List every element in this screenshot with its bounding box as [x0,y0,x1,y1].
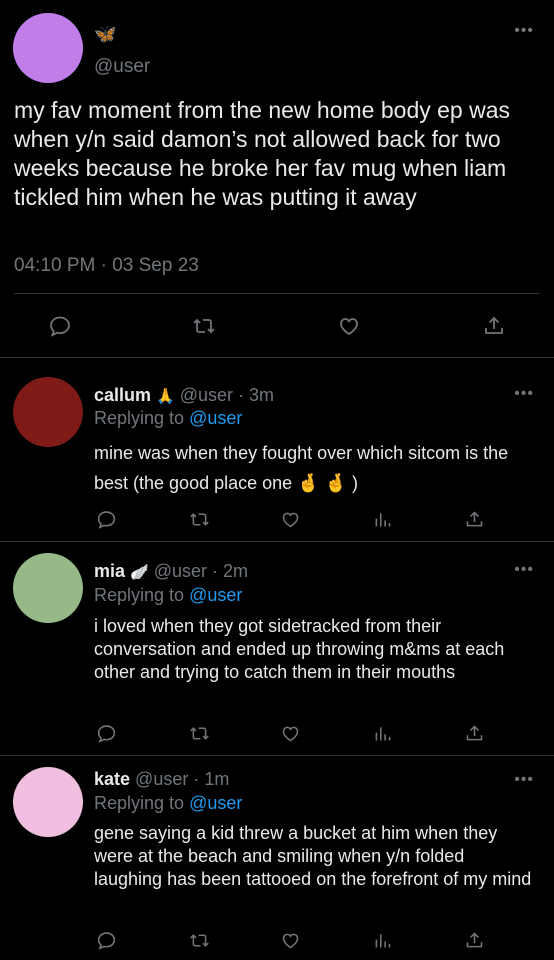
reply-icon[interactable] [94,928,118,952]
share-icon[interactable] [480,312,508,340]
analytics-icon[interactable] [370,928,394,952]
display-name[interactable]: callum [94,385,151,405]
avatar[interactable] [13,377,83,447]
avatar[interactable] [13,13,83,83]
divider [14,293,540,294]
main-tweet: 🦋 @user ••• my fav moment from the new h… [0,0,554,358]
reply-tweet: kate @user · 1m ••• Replying to @user ge… [0,756,554,960]
display-name[interactable]: kate [94,769,130,789]
retweet-icon[interactable] [187,507,211,531]
reply-header: mia 🪽 @user · 2m [94,561,248,582]
handle-time[interactable]: @user · 2m [154,561,248,581]
share-icon[interactable] [462,928,486,952]
retweet-icon[interactable] [187,721,211,745]
action-bar [0,312,554,342]
reply-header: kate @user · 1m [94,769,229,790]
more-options-icon[interactable]: ••• [514,562,534,578]
more-options-icon[interactable]: ••• [514,23,534,39]
reply-text: i loved when they got sidetracked from t… [94,616,505,682]
reply-header: callum 🙏 @user · 3m [94,385,274,406]
reply-icon[interactable] [94,507,118,531]
reply-tweet: mia 🪽 @user · 2m ••• Replying to @user i… [0,542,554,756]
tweet-text: my fav moment from the new home body ep … [14,97,510,210]
reply-text: mine was when they fought over which sit… [94,443,509,493]
reply-icon[interactable] [46,312,74,340]
handle[interactable]: @user [94,56,150,78]
analytics-icon[interactable] [370,507,394,531]
like-icon[interactable] [278,928,302,952]
share-icon[interactable] [462,507,486,531]
like-icon[interactable] [278,721,302,745]
retweet-icon[interactable] [190,312,218,340]
replying-to: Replying to @user [94,793,242,814]
retweet-icon[interactable] [187,928,211,952]
replying-label: Replying to [94,793,190,813]
reply-tweet: callum 🙏 @user · 3m ••• Replying to @use… [0,358,554,542]
more-options-icon[interactable]: ••• [514,772,534,788]
name-emoji: 🙏 [156,387,175,405]
name-emoji: 🪽 [130,563,149,581]
display-name[interactable]: 🦋 [94,24,116,45]
reply-text: gene saying a kid threw a bucket at him … [94,823,532,889]
avatar[interactable] [13,553,83,623]
timestamp[interactable]: 04:10 PM · 03 Sep 23 [14,255,199,277]
display-name[interactable]: mia [94,561,125,581]
replying-label: Replying to [94,408,190,428]
like-icon[interactable] [335,312,363,340]
replying-to: Replying to @user [94,408,242,429]
handle-time[interactable]: @user · 1m [135,769,229,789]
handle-time[interactable]: @user · 3m [180,385,274,405]
like-icon[interactable] [278,507,302,531]
replying-handle-link[interactable]: @user [189,793,242,813]
more-options-icon[interactable]: ••• [514,386,534,402]
action-bar [0,928,554,954]
share-icon[interactable] [462,721,486,745]
action-bar [0,721,554,747]
replying-to: Replying to @user [94,585,242,606]
replying-label: Replying to [94,585,190,605]
analytics-icon[interactable] [370,721,394,745]
avatar[interactable] [13,767,83,837]
reply-icon[interactable] [94,721,118,745]
action-bar [0,507,554,533]
replying-handle-link[interactable]: @user [189,408,242,428]
replying-handle-link[interactable]: @user [189,585,242,605]
